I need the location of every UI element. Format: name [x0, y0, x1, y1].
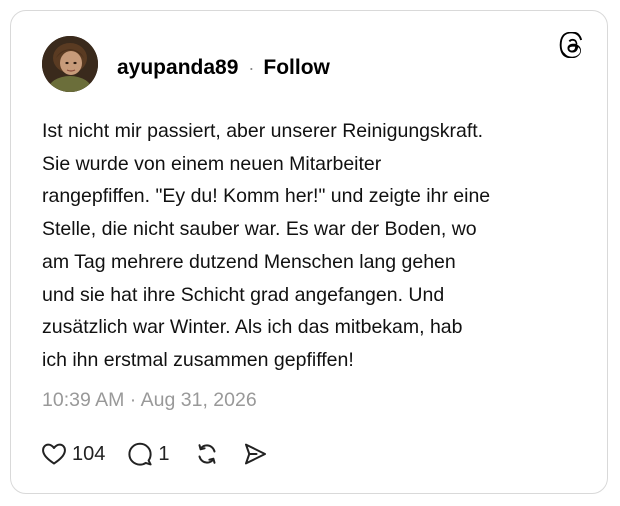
repost-button[interactable]: [194, 441, 220, 467]
action-bar: 104 1: [41, 439, 268, 469]
reply-count: 1: [158, 442, 170, 465]
reply-button[interactable]: 1: [127, 441, 170, 467]
like-button[interactable]: 104: [41, 442, 105, 466]
heart-icon: [41, 442, 67, 466]
post-card: ayupanda89 · Follow Ist nicht mir passie…: [10, 10, 608, 494]
threads-logo-icon[interactable]: [559, 31, 585, 59]
avatar-image: [42, 36, 98, 92]
share-button[interactable]: [242, 441, 268, 467]
comment-icon: [127, 441, 153, 467]
send-icon: [242, 441, 268, 467]
like-count: 104: [72, 442, 106, 465]
avatar[interactable]: [42, 36, 98, 92]
post-header: ayupanda89 · Follow: [117, 55, 330, 81]
post-text: Ist nicht mir passiert, aber unserer Rei…: [42, 120, 491, 371]
repost-icon: [194, 441, 220, 467]
post-timestamp[interactable]: 10:39 AM · Aug 31, 2026: [42, 389, 257, 412]
separator-dot: ·: [248, 57, 255, 78]
follow-button[interactable]: Follow: [263, 56, 330, 80]
username[interactable]: ayupanda89: [117, 56, 238, 80]
